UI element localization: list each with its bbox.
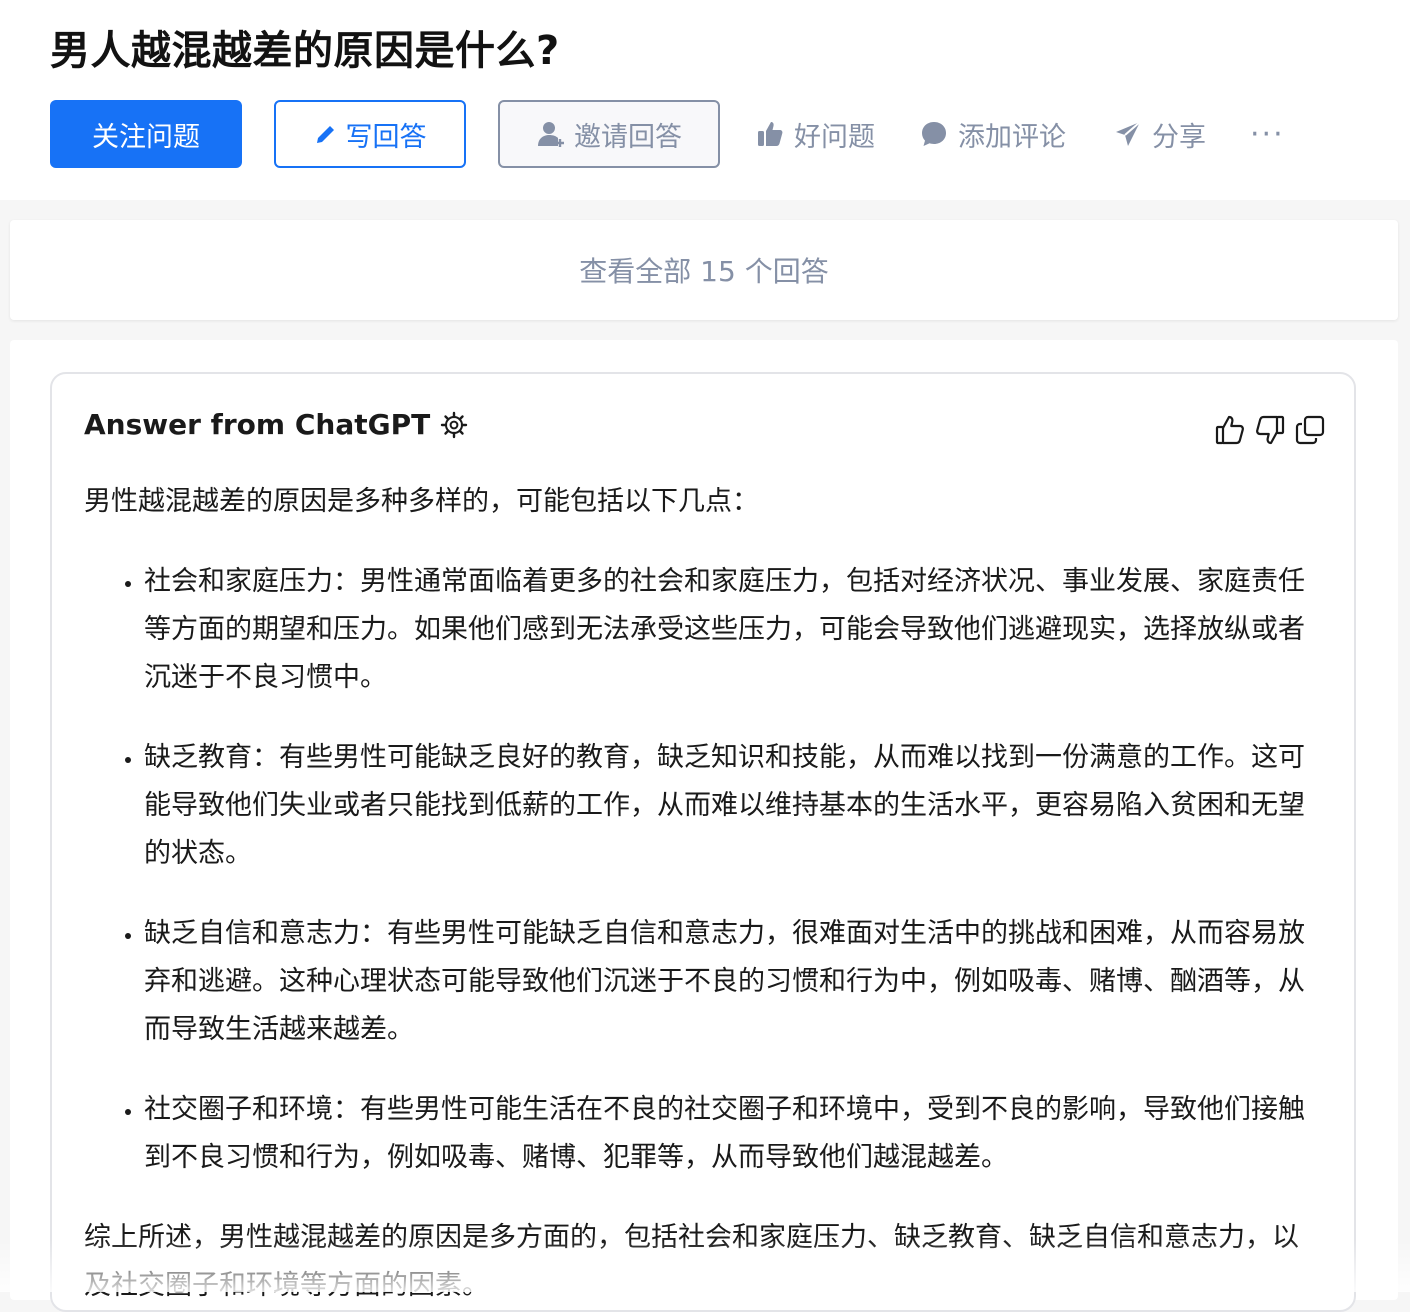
share-button[interactable]: 分享	[1114, 100, 1206, 168]
more-options-button[interactable]: ···	[1250, 100, 1285, 168]
share-label: 分享	[1152, 121, 1206, 153]
dislike-icon[interactable]	[1254, 414, 1286, 446]
write-answer-label: 写回答	[345, 121, 427, 153]
chatgpt-header: Answer from ChatGPT	[84, 408, 468, 441]
gear-icon[interactable]	[440, 411, 468, 439]
view-all-answers-label: 查看全部 15 个回答	[579, 255, 829, 288]
chatgpt-tools	[1214, 414, 1326, 446]
chatgpt-answer-card: Answer from ChatGPT 男性越混越差的原因是多种多样的，可能包括…	[50, 372, 1356, 1312]
list-item: 社会和家庭压力：男性通常面临着更多的社会和家庭压力，包括对经济状况、事业发展、家…	[144, 558, 1324, 702]
pencil-icon	[316, 126, 334, 143]
answer-points-list: 社会和家庭压力：男性通常面临着更多的社会和家庭压力，包括对经济状况、事业发展、家…	[84, 558, 1324, 1182]
add-comment-button[interactable]: 添加评论	[920, 100, 1066, 168]
invite-answer-label: 邀请回答	[574, 121, 682, 153]
invite-answer-button[interactable]: 邀请回答	[498, 100, 720, 168]
follow-question-button[interactable]: 关注问题	[50, 100, 242, 168]
question-title: 男人越混越差的原因是什么?	[50, 28, 560, 74]
write-answer-button[interactable]: 写回答	[274, 100, 466, 168]
thumbs-up-icon	[758, 122, 783, 146]
answer-panel: Answer from ChatGPT 男性越混越差的原因是多种多样的，可能包括…	[10, 340, 1398, 1312]
comment-bubble-icon	[922, 122, 946, 146]
question-actions: 关注问题 写回答 邀请回答 好问题 添加评论 分享 ···	[50, 100, 1350, 168]
list-item: 缺乏自信和意志力：有些男性可能缺乏自信和意志力，很难面对生活中的挑战和困难，从而…	[144, 910, 1324, 1054]
bottom-fade	[0, 1240, 1410, 1292]
list-item: 社交圈子和环境：有些男性可能生活在不良的社交圈子和环境中，受到不良的影响，导致他…	[144, 1086, 1324, 1182]
question-header: 男人越混越差的原因是什么? 关注问题 写回答 邀请回答 好问题 添加评论 分享 …	[0, 0, 1410, 200]
view-all-answers-button[interactable]: 查看全部 15 个回答	[10, 220, 1398, 320]
copy-icon[interactable]	[1294, 414, 1326, 446]
invite-user-icon	[538, 122, 564, 147]
share-plane-icon	[1116, 121, 1141, 146]
like-icon[interactable]	[1214, 414, 1246, 446]
chatgpt-answer-body: 男性越混越差的原因是多种多样的，可能包括以下几点： 社会和家庭压力：男性通常面临…	[84, 478, 1324, 1310]
list-item: 缺乏教育：有些男性可能缺乏良好的教育，缺乏知识和技能，从而难以找到一份满意的工作…	[144, 734, 1324, 878]
answer-intro: 男性越混越差的原因是多种多样的，可能包括以下几点：	[84, 486, 759, 517]
good-question-button[interactable]: 好问题	[756, 100, 875, 168]
chatgpt-header-label: Answer from ChatGPT	[84, 408, 431, 441]
follow-question-label: 关注问题	[92, 121, 200, 153]
add-comment-label: 添加评论	[958, 121, 1066, 153]
good-question-label: 好问题	[794, 121, 875, 153]
